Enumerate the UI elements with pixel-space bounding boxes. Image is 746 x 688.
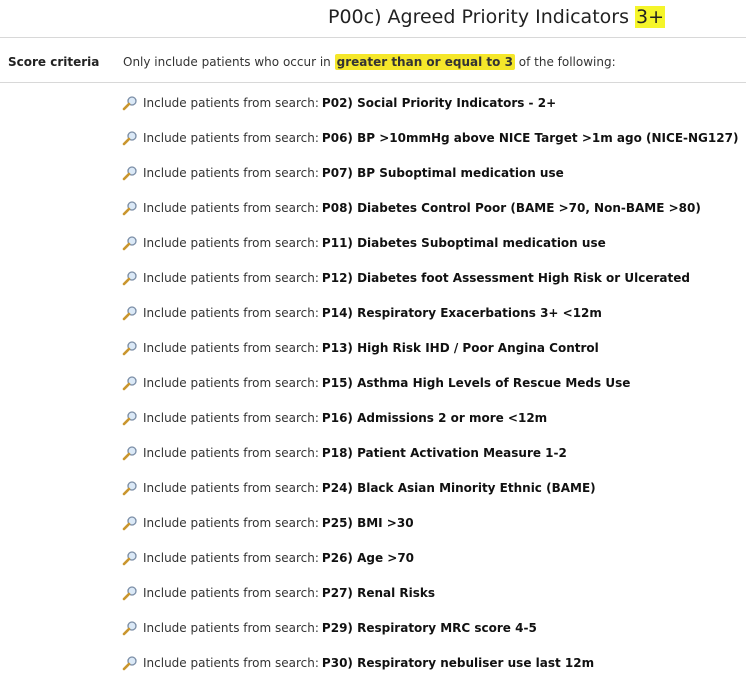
search-list-item-p29[interactable]: Include patients from search: P29) Respi… [122, 617, 742, 652]
search-row-prefix: Include patients from search: [143, 201, 319, 215]
search-row-prefix: Include patients from search: [143, 96, 319, 110]
magnifier-icon [122, 446, 137, 461]
magnifier-icon [122, 621, 137, 636]
page-title-highlight: 3+ [635, 6, 666, 28]
magnifier-icon [122, 586, 137, 601]
search-row-prefix: Include patients from search: [143, 481, 319, 495]
search-row-name[interactable]: P06) BP >10mmHg above NICE Target >1m ag… [322, 127, 739, 149]
search-row-prefix: Include patients from search: [143, 341, 319, 355]
search-list-item-p27[interactable]: Include patients from search: P27) Renal… [122, 582, 742, 617]
search-row-name[interactable]: P27) Renal Risks [322, 582, 435, 604]
search-row-name[interactable]: P02) Social Priority Indicators - 2+ [322, 92, 556, 114]
search-row-prefix: Include patients from search: [143, 376, 319, 390]
search-row-name[interactable]: P16) Admissions 2 or more <12m [322, 407, 547, 429]
search-list-item-p24[interactable]: Include patients from search: P24) Black… [122, 477, 742, 512]
search-row-prefix: Include patients from search: [143, 516, 319, 530]
search-list-item-p14[interactable]: Include patients from search: P14) Respi… [122, 302, 742, 337]
search-row-name[interactable]: P18) Patient Activation Measure 1-2 [322, 442, 567, 464]
magnifier-icon [122, 656, 137, 671]
search-row-name[interactable]: P13) High Risk IHD / Poor Angina Control [322, 337, 599, 359]
magnifier-icon [122, 341, 137, 356]
magnifier-icon [122, 131, 137, 146]
search-row-prefix: Include patients from search: [143, 621, 319, 635]
criteria-text-before: Only include patients who occur in [123, 55, 331, 69]
search-list-item-p26[interactable]: Include patients from search: P26) Age >… [122, 547, 742, 582]
magnifier-icon [122, 236, 137, 251]
search-row-prefix: Include patients from search: [143, 271, 319, 285]
search-row-prefix: Include patients from search: [143, 131, 319, 145]
score-criteria-label: Score criteria [8, 55, 100, 69]
search-row-name[interactable]: P29) Respiratory MRC score 4-5 [322, 617, 537, 639]
magnifier-icon [122, 201, 137, 216]
search-row-name[interactable]: P08) Diabetes Control Poor (BAME >70, No… [322, 197, 701, 219]
page-title: P00c) Agreed Priority Indicators 3+ [328, 6, 666, 28]
score-criteria-text: Only include patients who occur in great… [123, 54, 616, 70]
criteria-threshold-highlight: greater than or equal to 3 [334, 54, 515, 70]
magnifier-icon [122, 96, 137, 111]
search-row-prefix: Include patients from search: [143, 306, 319, 320]
magnifier-icon [122, 411, 137, 426]
criteria-text-after: of the following: [518, 55, 616, 69]
page-title-text: P00c) Agreed Priority Indicators [328, 6, 629, 28]
search-list-item-p16[interactable]: Include patients from search: P16) Admis… [122, 407, 742, 442]
search-list-item-p18[interactable]: Include patients from search: P18) Patie… [122, 442, 742, 477]
search-row-prefix: Include patients from search: [143, 446, 319, 460]
search-list: Include patients from search: P02) Socia… [122, 92, 742, 687]
search-row-name[interactable]: P30) Respiratory nebuliser use last 12m [322, 652, 594, 674]
search-row-prefix: Include patients from search: [143, 551, 319, 565]
search-list-item-p25[interactable]: Include patients from search: P25) BMI >… [122, 512, 742, 547]
search-row-name[interactable]: P25) BMI >30 [322, 512, 414, 534]
report-page: P00c) Agreed Priority Indicators 3+ Scor… [0, 0, 746, 688]
search-row-name[interactable]: P14) Respiratory Exacerbations 3+ <12m [322, 302, 602, 324]
search-list-item-p06[interactable]: Include patients from search: P06) BP >1… [122, 127, 742, 162]
search-row-name[interactable]: P11) Diabetes Suboptimal medication use [322, 232, 606, 254]
magnifier-icon [122, 481, 137, 496]
search-list-item-p15[interactable]: Include patients from search: P15) Asthm… [122, 372, 742, 407]
search-row-prefix: Include patients from search: [143, 586, 319, 600]
score-criteria-row: Score criteria Only include patients who… [0, 37, 746, 83]
magnifier-icon [122, 516, 137, 531]
search-row-name[interactable]: P24) Black Asian Minority Ethnic (BAME) [322, 477, 596, 499]
search-list-item-p11[interactable]: Include patients from search: P11) Diabe… [122, 232, 742, 267]
search-list-item-p13[interactable]: Include patients from search: P13) High … [122, 337, 742, 372]
search-row-name[interactable]: P12) Diabetes foot Assessment High Risk … [322, 267, 690, 289]
search-list-item-p12[interactable]: Include patients from search: P12) Diabe… [122, 267, 742, 302]
search-list-item-p08[interactable]: Include patients from search: P08) Diabe… [122, 197, 742, 232]
magnifier-icon [122, 306, 137, 321]
search-row-prefix: Include patients from search: [143, 656, 319, 670]
magnifier-icon [122, 376, 137, 391]
search-list-item-p07[interactable]: Include patients from search: P07) BP Su… [122, 162, 742, 197]
search-list-item-p30[interactable]: Include patients from search: P30) Respi… [122, 652, 742, 687]
magnifier-icon [122, 551, 137, 566]
search-row-prefix: Include patients from search: [143, 166, 319, 180]
search-row-prefix: Include patients from search: [143, 236, 319, 250]
search-row-name[interactable]: P07) BP Suboptimal medication use [322, 162, 564, 184]
search-row-prefix: Include patients from search: [143, 411, 319, 425]
magnifier-icon [122, 271, 137, 286]
search-row-name[interactable]: P15) Asthma High Levels of Rescue Meds U… [322, 372, 630, 394]
search-list-item-p02[interactable]: Include patients from search: P02) Socia… [122, 92, 742, 127]
magnifier-icon [122, 166, 137, 181]
search-row-name[interactable]: P26) Age >70 [322, 547, 414, 569]
